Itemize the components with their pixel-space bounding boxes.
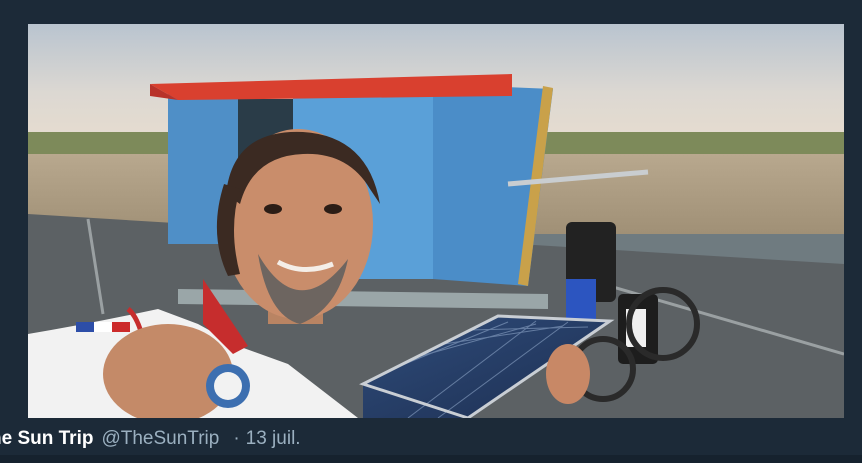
user-handle[interactable]: @TheSunTrip [101,428,219,450]
tweet-body-clipped [0,455,862,463]
tweet-date[interactable]: 13 juil. [246,428,301,450]
tweet-header: he Sun Trip @TheSunTrip · 13 juil. [0,424,301,454]
selfie-photo [28,24,844,418]
tweet-photo[interactable] [28,24,844,418]
separator-dot: · [233,428,240,449]
logo-patch [206,364,250,408]
display-name[interactable]: he Sun Trip [0,428,93,450]
